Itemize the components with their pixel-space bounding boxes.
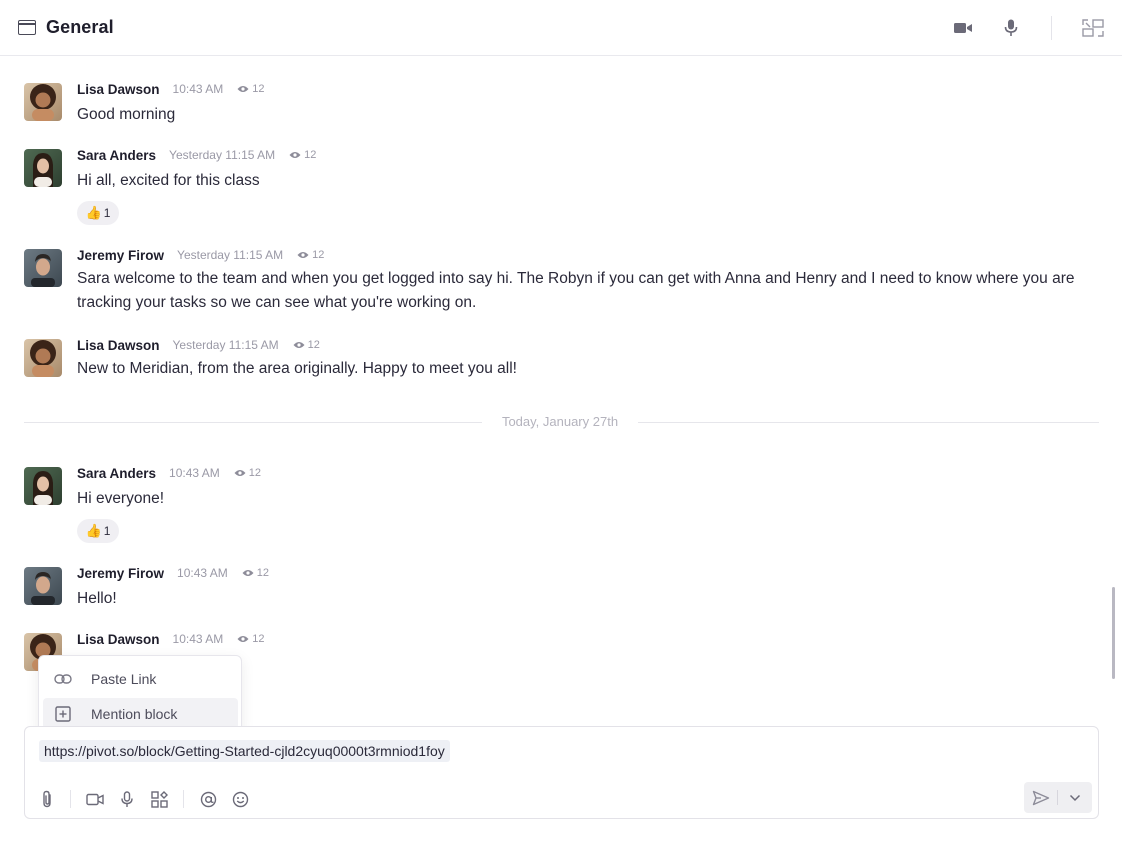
attach-button[interactable] (35, 787, 59, 811)
video-call-button[interactable] (951, 16, 975, 40)
message-time: 10:43 AM (172, 82, 224, 96)
microphone-icon (121, 790, 133, 807)
chevron-down-icon (1069, 794, 1081, 802)
thumbs-up-icon: 👍 (85, 523, 102, 538)
message-time: Yesterday 11:15 AM (169, 148, 276, 162)
message-text: Hello! (77, 590, 117, 607)
reaction-chip[interactable]: 👍 1 (77, 519, 119, 543)
mention-button[interactable] (196, 787, 220, 811)
eye-icon (237, 86, 249, 92)
message-time: Yesterday 11:15 AM (177, 248, 284, 262)
microphone-icon (1004, 19, 1018, 36)
view-count: 12 (237, 633, 264, 645)
message-text: New to Meridian, from the area originall… (77, 360, 517, 377)
window-icon (18, 20, 36, 35)
channel-header: General (0, 0, 1122, 56)
view-count: 12 (289, 149, 316, 161)
video-camera-icon (954, 23, 972, 33)
menu-item-label: Mention block (91, 705, 178, 722)
message-text: Hi everyone! (77, 490, 165, 507)
view-count: 12 (293, 339, 320, 351)
message-text: Hi all, excited for this class (77, 172, 260, 189)
send-button-group (1024, 782, 1092, 813)
message-time: Yesterday 11:15 AM (172, 338, 279, 352)
avatar[interactable] (24, 149, 62, 187)
eye-icon (234, 470, 246, 476)
eye-icon (237, 636, 249, 642)
at-icon (200, 791, 216, 807)
toolbar-separator (70, 790, 71, 808)
emoji-icon (232, 791, 248, 807)
plus-square-icon (53, 704, 73, 724)
collapse-icon (1082, 19, 1104, 37)
message-text: Sara welcome to the team and when you ge… (77, 270, 1075, 311)
audio-button[interactable] (115, 787, 139, 811)
message-author[interactable]: Sara Anders (77, 148, 156, 163)
menu-item-paste-link[interactable]: Paste Link (43, 663, 238, 694)
message-author[interactable]: Lisa Dawson (77, 338, 160, 353)
reaction-chip[interactable]: 👍 1 (77, 201, 119, 225)
message-time: 10:43 AM (169, 466, 220, 480)
menu-item-label: Paste Link (91, 670, 157, 687)
avatar[interactable] (24, 467, 62, 505)
emoji-button[interactable] (228, 787, 252, 811)
apps-button[interactable] (147, 787, 171, 811)
avatar[interactable] (24, 567, 62, 605)
view-count: 12 (237, 83, 264, 95)
avatar[interactable] (24, 339, 62, 377)
view-count: 12 (242, 567, 269, 579)
message-author[interactable]: Jeremy Firow (77, 248, 164, 263)
paste-options-menu: Paste Link Mention block (38, 655, 242, 733)
thumbs-up-icon: 👍 (85, 205, 102, 220)
eye-icon (297, 252, 309, 258)
date-divider-label: Today, January 27th (482, 414, 638, 429)
scrollbar-thumb[interactable] (1112, 587, 1115, 679)
composer-link-text[interactable]: https://pivot.so/block/Getting-Started-c… (39, 740, 450, 762)
message-time: 10:43 AM (177, 566, 228, 580)
channel-title: General (46, 17, 114, 37)
paperclip-icon (43, 790, 51, 808)
eye-icon (242, 570, 254, 576)
message-text: Good morning (77, 106, 176, 123)
link-icon (53, 669, 73, 689)
message-composer[interactable]: https://pivot.so/block/Getting-Started-c… (24, 726, 1099, 819)
header-separator (1051, 16, 1052, 40)
video-button[interactable] (83, 787, 107, 811)
avatar[interactable] (24, 249, 62, 287)
message-author[interactable]: Sara Anders (77, 466, 156, 481)
view-count: 12 (297, 249, 324, 261)
video-camera-icon (86, 793, 104, 805)
voice-call-button[interactable] (999, 16, 1023, 40)
message-author[interactable]: Lisa Dawson (77, 82, 160, 97)
view-count: 12 (234, 467, 261, 479)
avatar[interactable] (24, 83, 62, 121)
apps-icon (150, 790, 168, 808)
message-author[interactable]: Lisa Dawson (77, 632, 160, 647)
message-time: 10:43 AM (172, 632, 224, 646)
send-separator (1057, 790, 1058, 805)
collapse-button[interactable] (1081, 16, 1105, 40)
send-icon (1032, 790, 1050, 806)
message-author[interactable]: Jeremy Firow (77, 566, 164, 581)
send-options-button[interactable] (1062, 785, 1088, 811)
eye-icon (293, 342, 305, 348)
menu-item-mention-block[interactable]: Mention block (43, 698, 238, 729)
send-button[interactable] (1028, 785, 1054, 811)
eye-icon (289, 152, 301, 158)
toolbar-separator (183, 790, 184, 808)
